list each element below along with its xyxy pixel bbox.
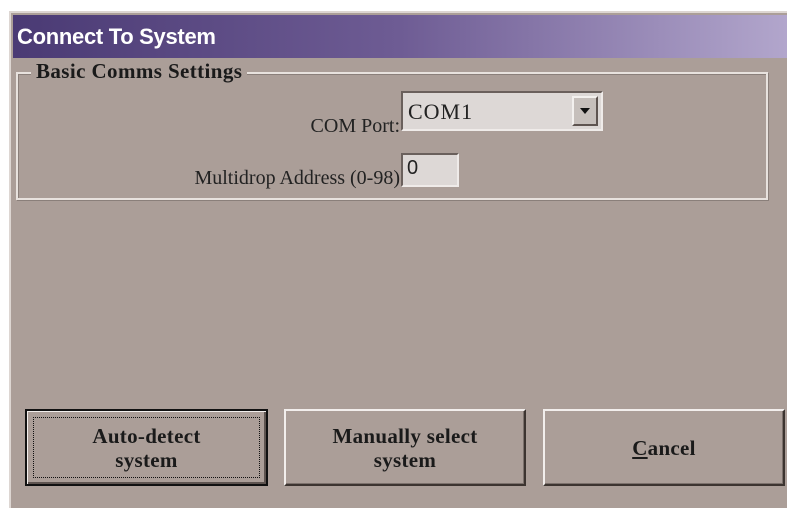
title-bar[interactable]: Connect To System <box>13 15 787 58</box>
cancel-label-rest: ancel <box>647 435 696 460</box>
dropdown-button[interactable] <box>572 96 598 126</box>
auto-detect-label: Auto-detect system <box>92 423 201 472</box>
manual-select-button[interactable]: Manually select system <box>284 409 526 486</box>
cancel-accelerator: C <box>632 435 648 460</box>
multidrop-address-label: Multidrop Address (0-98) <box>194 167 400 189</box>
com-port-value: COM1 <box>408 99 474 124</box>
cancel-button[interactable]: Cancel <box>543 409 785 486</box>
cancel-label: Cancel <box>632 436 696 460</box>
manual-select-label: Manually select system <box>332 423 478 472</box>
auto-detect-button[interactable]: Auto-detect system <box>25 409 268 486</box>
com-port-label: COM Port: <box>310 115 400 137</box>
chevron-down-icon <box>580 108 590 114</box>
com-port-select[interactable]: COM1 <box>401 91 603 131</box>
multidrop-address-field[interactable]: 0 <box>401 153 459 187</box>
groupbox-legend: Basic Comms Settings <box>31 58 248 84</box>
